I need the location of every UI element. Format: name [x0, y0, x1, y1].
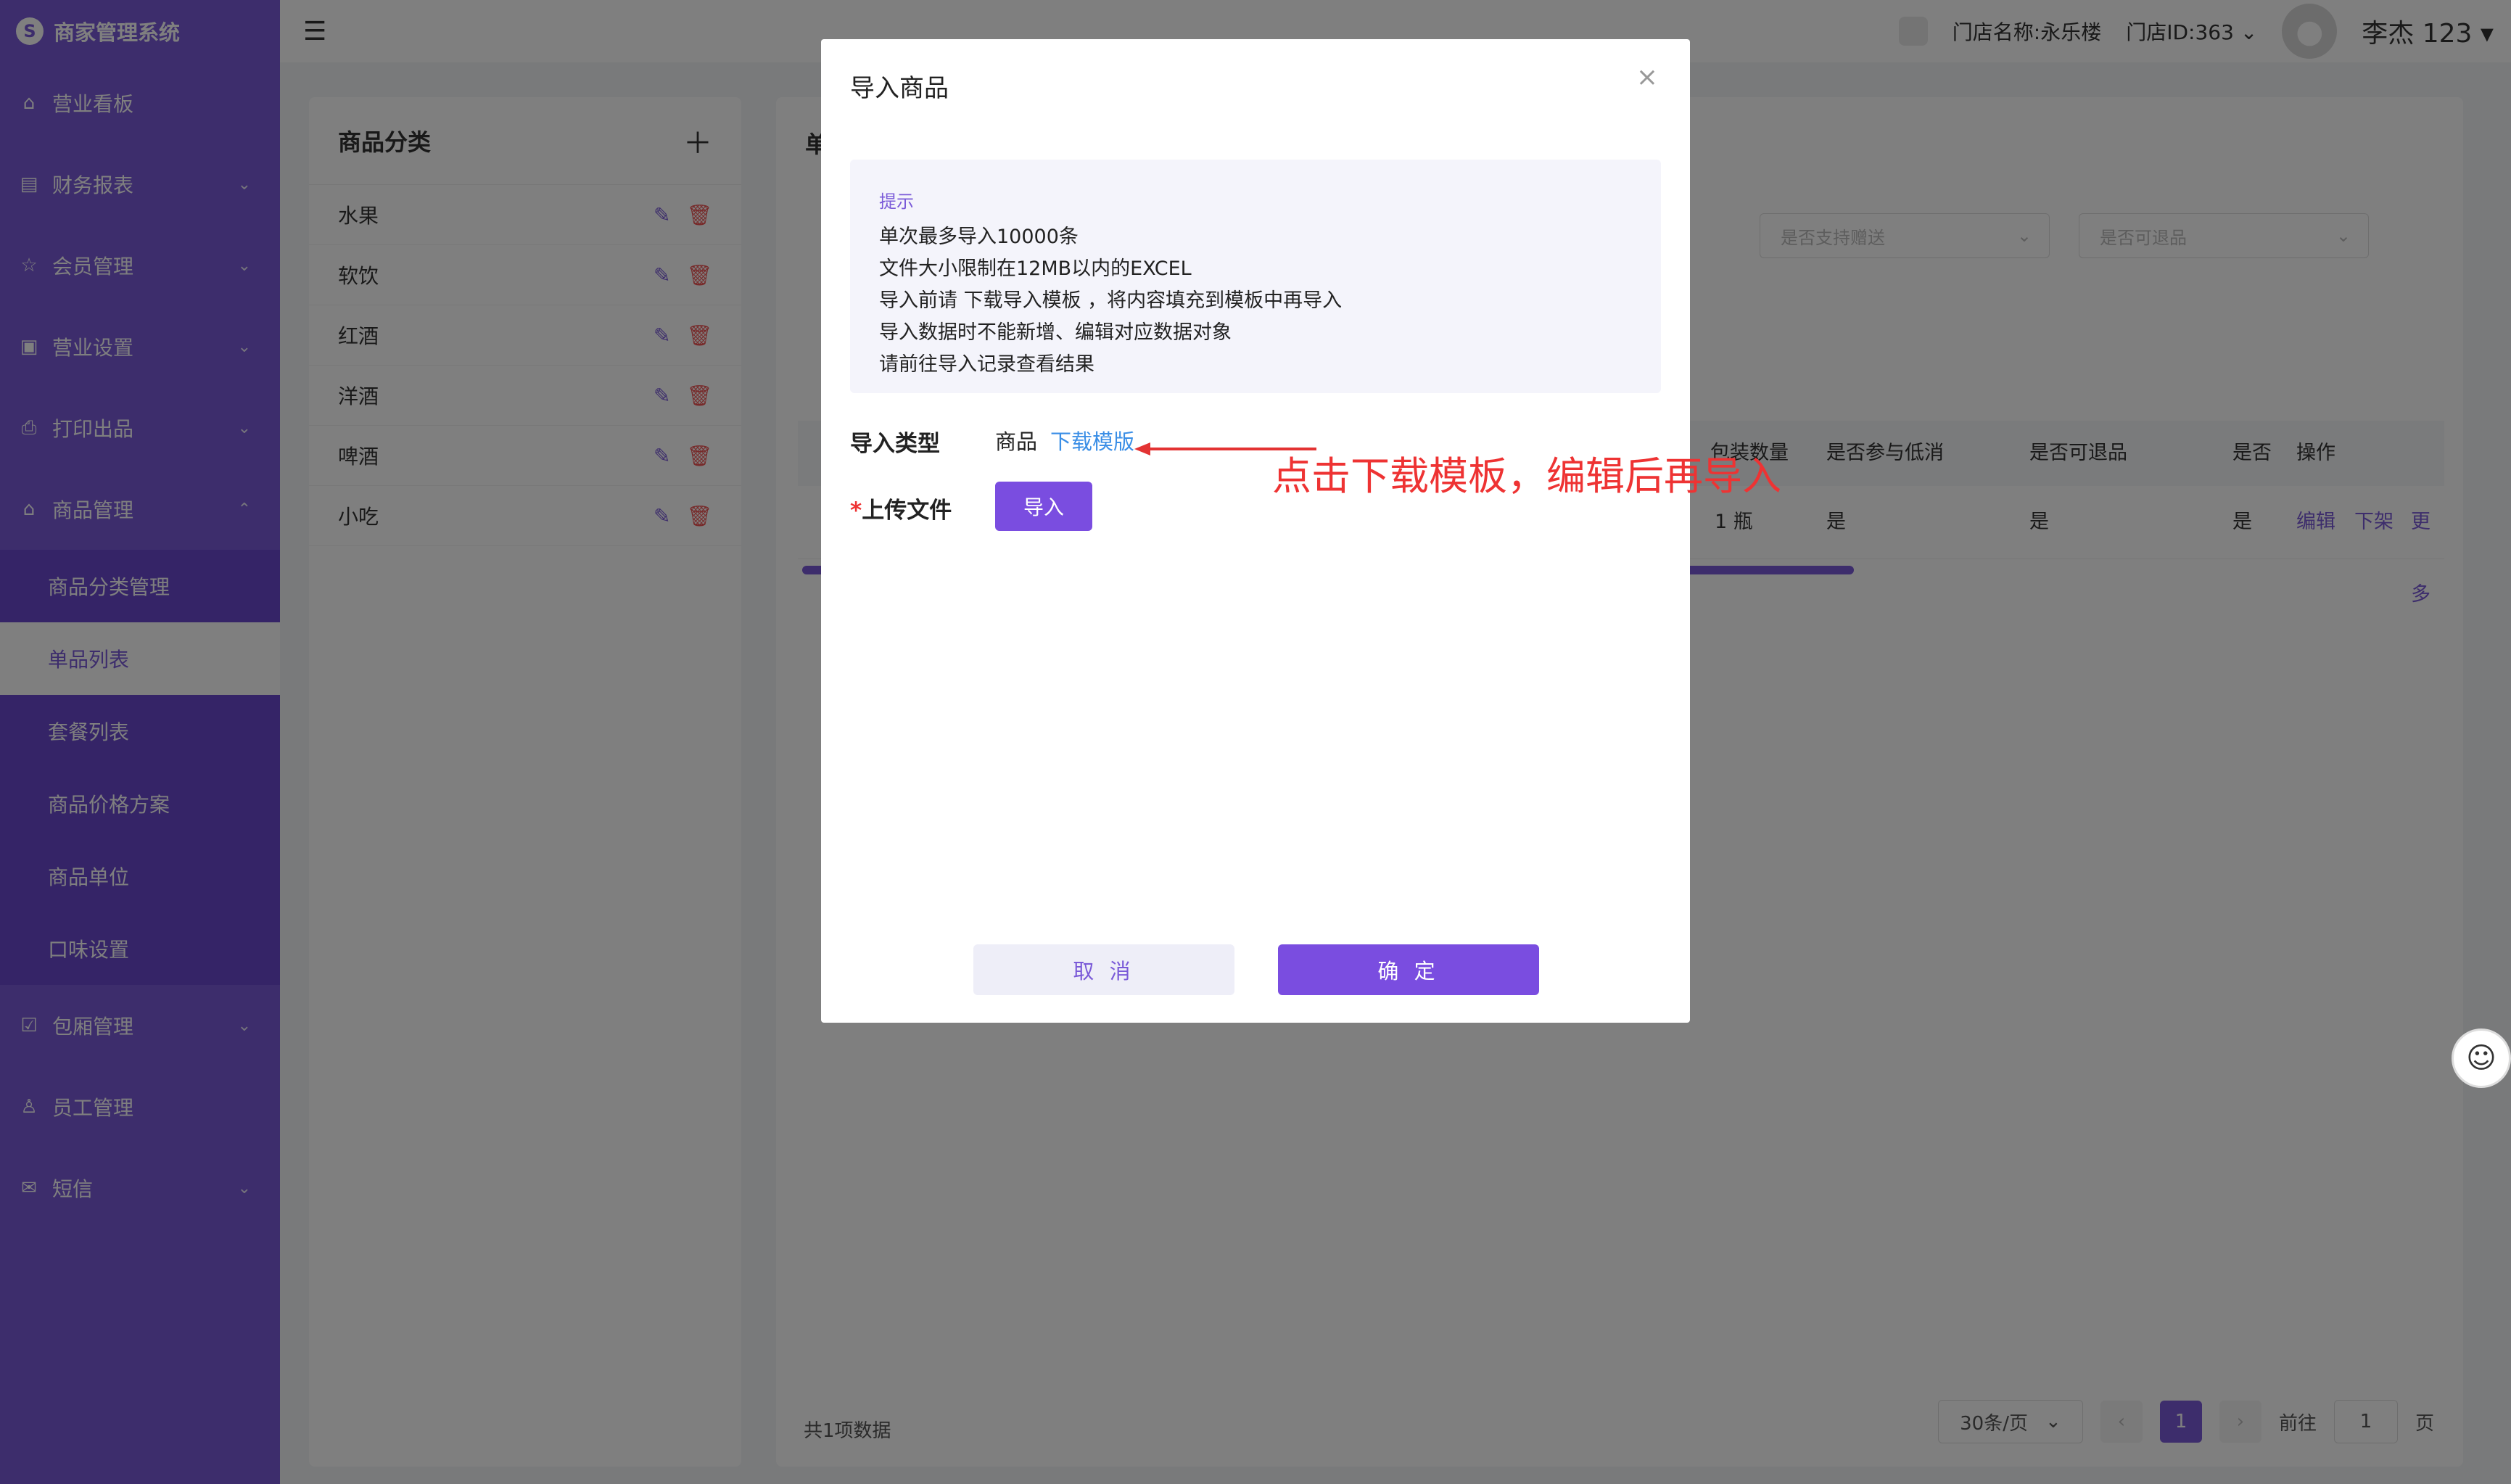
confirm-button[interactable]: 确 定	[1278, 944, 1539, 995]
import-upload-button[interactable]: 导入	[995, 482, 1092, 531]
tips-box: 提示 单次最多导入10000条 文件大小限制在12MB以内的EXCEL 导入前请…	[850, 160, 1661, 393]
close-icon[interactable]: ×	[1636, 62, 1658, 92]
customer-service-icon[interactable]: ☺	[2452, 1029, 2511, 1088]
tip-line: 导入数据时不能新增、编辑对应数据对象	[879, 321, 1232, 344]
tip-line: 文件大小限制在12MB以内的EXCEL	[879, 257, 1192, 280]
import-goods-modal: 导入商品 × 提示 单次最多导入10000条 文件大小限制在12MB以内的EXC…	[821, 39, 1781, 1023]
tip-line: 单次最多导入10000条	[879, 226, 1079, 248]
upload-file-label-text: 上传文件	[862, 498, 952, 524]
tip-line: 导入前请 下载导入模板 ，将内容填充到模板中再导入	[879, 289, 1343, 312]
modal-title: 导入商品	[850, 74, 949, 103]
tip-line: 请前往导入记录查看结果	[879, 353, 1094, 376]
tips-title: 提示	[879, 191, 914, 212]
annotation-text: 点击下载模板，编辑后再导入	[1272, 453, 1781, 499]
cancel-button[interactable]: 取 消	[973, 944, 1234, 995]
import-type-label: 导入类型	[850, 431, 940, 457]
required-mark: *	[850, 498, 862, 524]
download-template-link[interactable]: 下载模版	[1050, 425, 1134, 455]
upload-file-label: *上传文件	[850, 492, 952, 524]
import-type-value: 商品	[995, 429, 1038, 454]
